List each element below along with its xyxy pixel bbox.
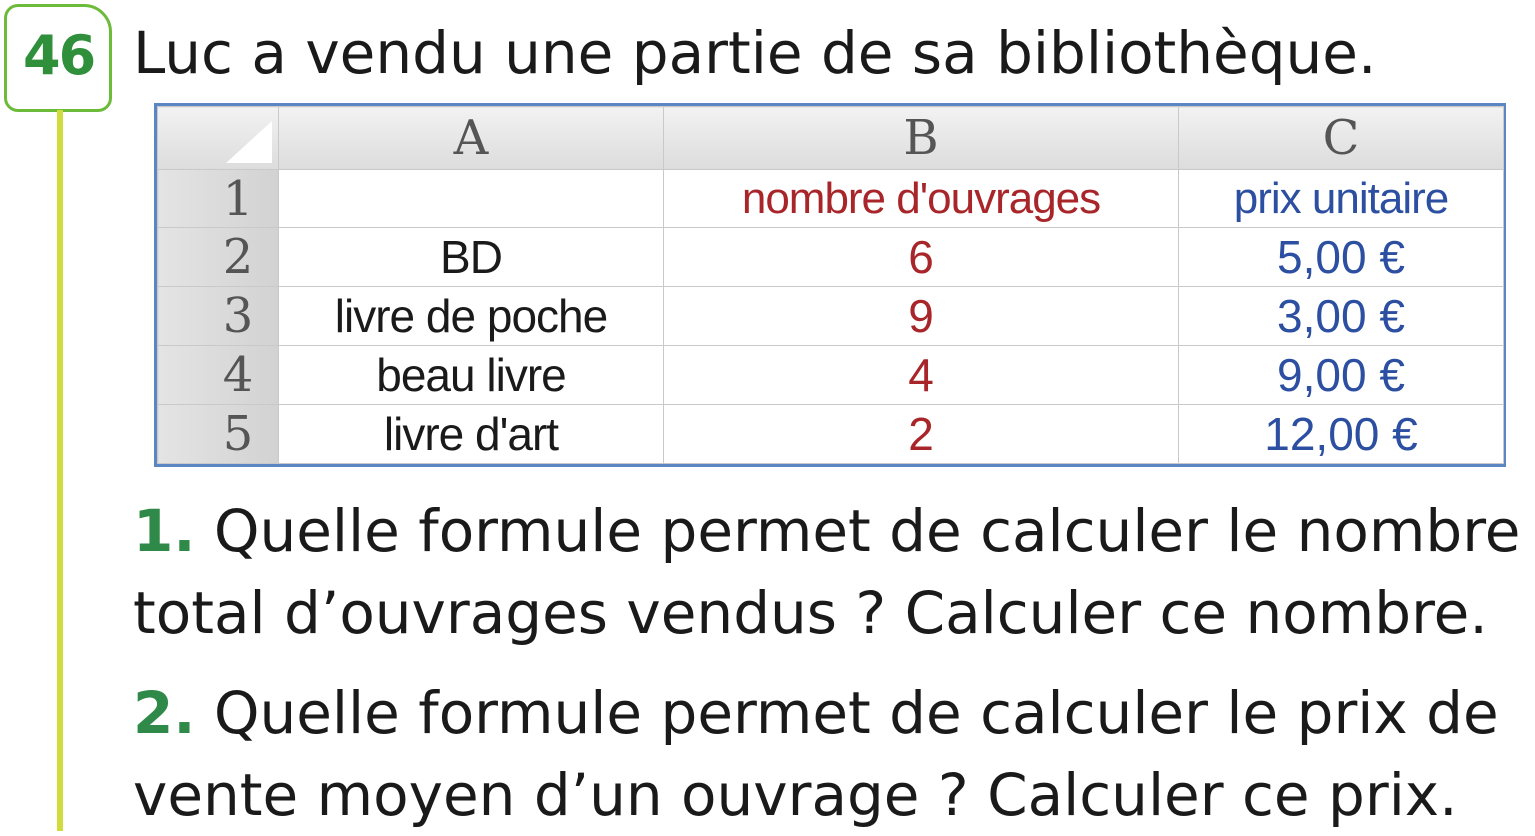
- question-number: 2.: [133, 679, 196, 747]
- table-row: 5 livre d'art 2 12,00 €: [157, 404, 1504, 464]
- question-2: 2. Quelle formule permet de calculer le …: [133, 672, 1499, 836]
- cell-b1[interactable]: nombre d'ouvrages: [663, 169, 1179, 228]
- table-row: 4 beau livre 4 9,00 €: [157, 345, 1504, 405]
- table-row: 1 nombre d'ouvrages prix unitaire: [157, 169, 1504, 228]
- cell-c5[interactable]: 12,00 €: [1178, 404, 1504, 464]
- cell-a2[interactable]: BD: [278, 227, 664, 287]
- select-all-triangle-icon: [226, 121, 272, 163]
- spreadsheet: A B C 1 nombre d'ouvrages prix unitaire …: [154, 103, 1506, 467]
- row-header-4[interactable]: 4: [157, 345, 279, 405]
- cell-b2[interactable]: 6: [663, 227, 1179, 287]
- question-1: 1. Quelle formule permet de calculer le …: [133, 490, 1520, 654]
- column-header-c[interactable]: C: [1178, 106, 1504, 170]
- column-header-a[interactable]: A: [278, 106, 664, 170]
- question-text: Quelle formule permet de calculer le pri…: [213, 679, 1499, 747]
- row-header-3[interactable]: 3: [157, 286, 279, 346]
- cell-b4[interactable]: 4: [663, 345, 1179, 405]
- question-number: 1.: [133, 497, 196, 565]
- exercise-number: 46: [23, 24, 96, 87]
- column-header-b[interactable]: B: [663, 106, 1179, 170]
- cell-a5[interactable]: livre d'art: [278, 404, 664, 464]
- select-all-corner[interactable]: [157, 106, 279, 170]
- question-text: total d’ouvrages vendus ? Calculer ce no…: [133, 579, 1488, 647]
- cell-c2[interactable]: 5,00 €: [1178, 227, 1504, 287]
- row-header-5[interactable]: 5: [157, 404, 279, 464]
- cell-a3[interactable]: livre de poche: [278, 286, 664, 346]
- row-header-2[interactable]: 2: [157, 227, 279, 287]
- spreadsheet-table: A B C 1 nombre d'ouvrages prix unitaire …: [157, 106, 1504, 464]
- cell-c3[interactable]: 3,00 €: [1178, 286, 1504, 346]
- cell-a4[interactable]: beau livre: [278, 345, 664, 405]
- exercise-title: Luc a vendu une partie de sa bibliothèqu…: [133, 19, 1377, 87]
- cell-c1[interactable]: prix unitaire: [1178, 169, 1504, 228]
- cell-a1[interactable]: [278, 169, 664, 228]
- cell-c4[interactable]: 9,00 €: [1178, 345, 1504, 405]
- cell-b5[interactable]: 2: [663, 404, 1179, 464]
- question-text: Quelle formule permet de calculer le nom…: [213, 497, 1521, 565]
- row-header-1[interactable]: 1: [157, 169, 279, 228]
- question-text: vente moyen d’un ouvrage ? Calculer ce p…: [133, 761, 1458, 829]
- cell-b3[interactable]: 9: [663, 286, 1179, 346]
- table-row: 3 livre de poche 9 3,00 €: [157, 286, 1504, 346]
- table-row: 2 BD 6 5,00 €: [157, 227, 1504, 287]
- margin-line: [57, 110, 63, 831]
- exercise-badge: 46: [4, 4, 112, 112]
- column-header-row: A B C: [157, 106, 1504, 170]
